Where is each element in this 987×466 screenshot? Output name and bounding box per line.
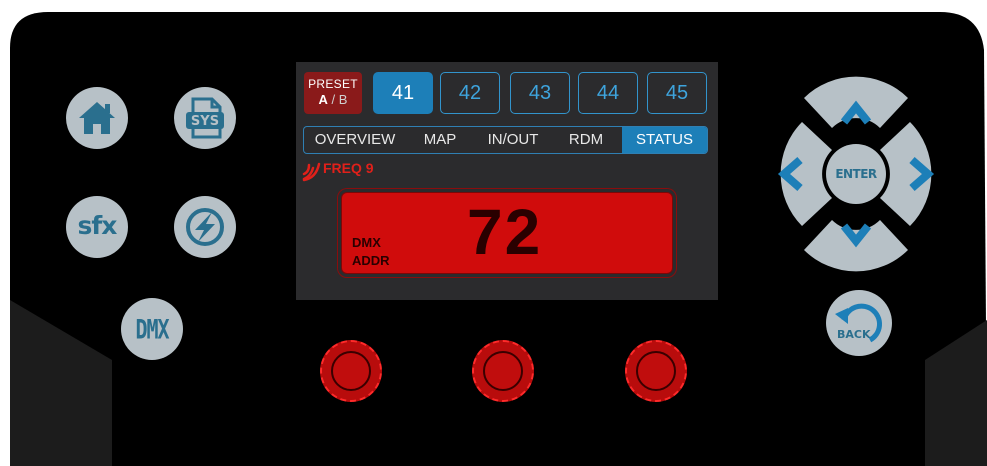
enter-button[interactable]: ENTER	[826, 144, 886, 204]
control-panel: SYS sfx DMX PRESET A / B 41 42 43 44 45 …	[0, 0, 987, 466]
nav-left-button[interactable]	[777, 122, 832, 226]
navigation-pad	[777, 76, 935, 272]
back-label: BACK	[837, 328, 871, 341]
enter-label: ENTER	[835, 167, 877, 181]
nav-down-button[interactable]	[804, 220, 908, 272]
nav-right-button[interactable]	[880, 122, 935, 226]
nav-up-button[interactable]	[804, 76, 908, 128]
back-button[interactable]: BACK	[826, 290, 892, 356]
back-arrow-icon	[835, 303, 882, 343]
